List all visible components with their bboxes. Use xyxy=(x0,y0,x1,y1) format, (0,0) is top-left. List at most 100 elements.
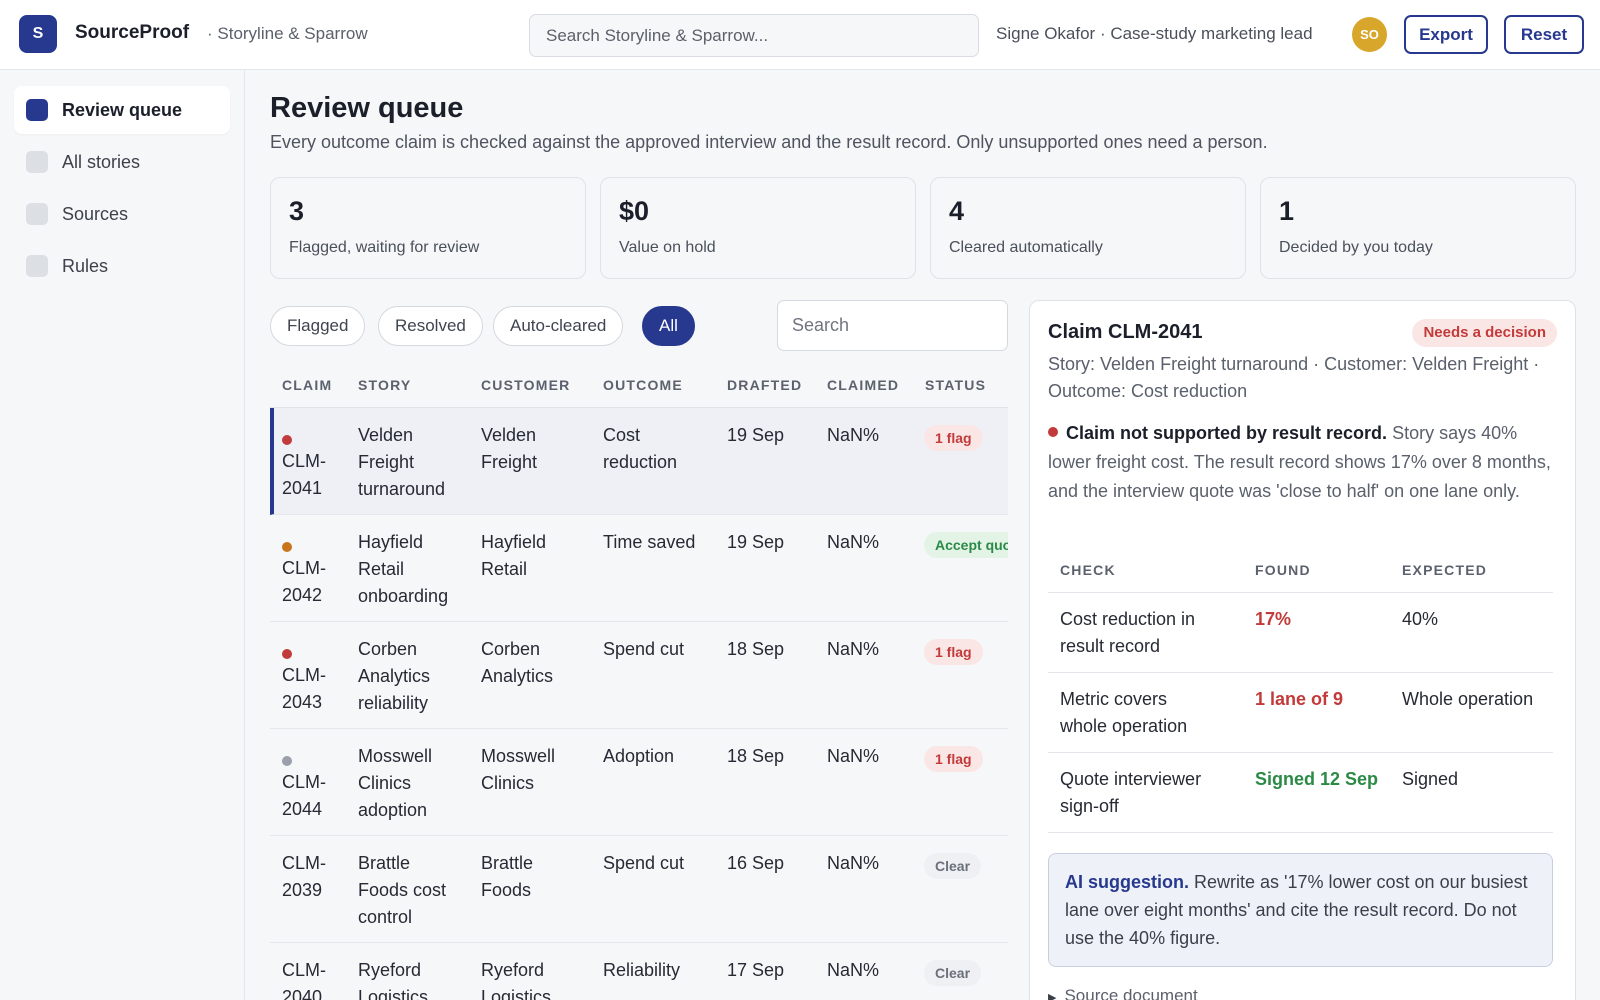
customer-name: Clinics xyxy=(481,773,535,793)
all-stories-icon xyxy=(26,151,48,173)
story-name: Velden xyxy=(358,425,414,445)
customer-name: Freight xyxy=(481,452,538,472)
drafted-date: 19 Sep xyxy=(727,532,785,552)
triangle-right-icon: ▶ xyxy=(1048,992,1057,1000)
column-header-status[interactable]: STATUS xyxy=(925,377,986,393)
alert-dot-icon xyxy=(1048,427,1058,437)
workspace-name: · Storyline & Sparrow xyxy=(207,24,368,43)
customer-name: Corben xyxy=(481,639,541,659)
table-row[interactable]: CLM- 2040 Ryeford Logistics Ryeford Logistics… xyxy=(270,943,1008,1000)
story-name: Analytics xyxy=(358,666,431,686)
story-name: Mosswell xyxy=(358,746,433,766)
sidebar-item-all-stories[interactable]: All stories xyxy=(14,138,230,186)
sidebar-item-label: Sources xyxy=(62,203,129,224)
user-name-role: Signe Okafor · Case-study marketing lead xyxy=(996,24,1313,43)
table-row[interactable]: CLM- 2042 Hayfield Retail onboarding Hayfield… xyxy=(270,515,1008,622)
detail-title: Claim CLM-2041 xyxy=(1048,321,1203,343)
column-header-check: CHECK xyxy=(1060,562,1116,578)
customer-name: Logistics xyxy=(481,987,552,1000)
drafted-date: 18 Sep xyxy=(727,639,785,659)
status-badge: Clear xyxy=(924,853,982,879)
claimed-value: NaN% xyxy=(827,425,880,445)
story-name: Corben xyxy=(358,639,418,659)
check-row: Quote interviewer sign-off Signed 12 Sep Si… xyxy=(1048,753,1553,833)
table-row[interactable]: CLM- 2039 Brattle Foods cost control Brattle F… xyxy=(270,836,1008,943)
stat-value: $0 xyxy=(619,196,650,226)
sidebar-item-review-queue[interactable]: Review queue xyxy=(14,86,230,134)
stat-label: Decided by you today xyxy=(1279,239,1433,256)
status-badge: Clear xyxy=(924,960,982,986)
status-badge: Accept quote xyxy=(924,532,1008,558)
stat-value: 4 xyxy=(949,196,965,226)
sidebar-item-label: Review queue xyxy=(62,99,183,120)
claimed-value: NaN% xyxy=(827,960,880,980)
claim-id: 2044 xyxy=(282,799,323,819)
customer-name: Analytics xyxy=(481,666,554,686)
column-header-customer[interactable]: CUSTOMER xyxy=(481,377,570,393)
app-logo[interactable]: S xyxy=(19,15,57,53)
column-header-outcome[interactable]: OUTCOME xyxy=(603,377,683,393)
review-queue-icon xyxy=(26,99,48,121)
filter-chip-flagged[interactable]: Flagged xyxy=(270,306,366,346)
sidebar-item-rules[interactable]: Rules xyxy=(14,242,230,290)
avatar[interactable]: SO xyxy=(1352,17,1387,52)
outcome: Spend cut xyxy=(603,853,685,873)
global-search-input[interactable] xyxy=(529,14,979,57)
source-document-label: Source document xyxy=(1064,986,1198,1000)
claim-id: CLM- xyxy=(282,451,326,471)
check-row: Metric covers whole operation 1 lane of 9 W… xyxy=(1048,673,1553,753)
table-row[interactable]: CLM- 2041 Velden Freight turnaround Velden Fre… xyxy=(270,408,1008,515)
claim-id: CLM- xyxy=(282,853,326,873)
alert-heading: Claim not supported by result record. xyxy=(1066,423,1388,443)
story-name: Clinics xyxy=(358,773,412,793)
found-value: 1 lane of 9 xyxy=(1255,689,1344,709)
stat-card-decided: 1 Decided by you today xyxy=(1260,177,1576,279)
outcome: Cost xyxy=(603,425,641,445)
page-title: Review queue xyxy=(270,92,464,124)
status-dot-icon xyxy=(282,649,292,659)
claims-table: CLAIM STORY CUSTOMER OUTCOME DRAFTED CLA… xyxy=(270,364,1008,1000)
found-value: 17% xyxy=(1255,609,1292,629)
stat-value: 1 xyxy=(1279,196,1295,226)
claim-detail-panel: Claim CLM-2041 Needs a decision Story: V… xyxy=(1029,300,1576,1000)
expected-value: 40% xyxy=(1402,609,1439,629)
customer-name: Ryeford xyxy=(481,960,545,980)
customer-name: Foods xyxy=(481,880,532,900)
stat-card-cleared: 4 Cleared automatically xyxy=(930,177,1246,279)
export-button[interactable]: Export xyxy=(1404,15,1488,54)
check-name: whole operation xyxy=(1060,716,1188,736)
table-row[interactable]: CLM- 2044 Mosswell Clinics adoption Mosswell C… xyxy=(270,729,1008,836)
claim-id: CLM- xyxy=(282,665,326,685)
table-header: CLAIM STORY CUSTOMER OUTCOME DRAFTED CLA… xyxy=(270,364,1008,408)
column-header-drafted[interactable]: DRAFTED xyxy=(727,377,802,393)
checks-table-header: CHECK FOUND EXPECTED xyxy=(1048,549,1553,593)
reset-button[interactable]: Reset xyxy=(1504,15,1584,54)
sidebar-item-label: Rules xyxy=(62,255,109,276)
status-dot-icon xyxy=(282,756,292,766)
claim-alert: Claim not supported by result record. St… xyxy=(1048,419,1553,506)
column-header-claim[interactable]: CLAIM xyxy=(282,377,332,393)
filter-chip-resolved[interactable]: Resolved xyxy=(378,306,483,346)
outcome: Spend cut xyxy=(603,639,685,659)
story-name: adoption xyxy=(358,800,428,820)
drafted-date: 17 Sep xyxy=(727,960,785,980)
app-name: SourceProof xyxy=(75,22,190,43)
table-row[interactable]: CLM- 2043 Corben Analytics reliability Corben… xyxy=(270,622,1008,729)
table-search-input[interactable] xyxy=(777,300,1008,351)
customer-name: Velden xyxy=(481,425,537,445)
sidebar: Review queue All stories Sources Rules xyxy=(0,70,245,1000)
story-name: onboarding xyxy=(358,586,449,606)
filter-chip-auto-cleared[interactable]: Auto-cleared xyxy=(493,306,624,346)
column-header-claimed[interactable]: CLAIMED xyxy=(827,377,899,393)
story-name: turnaround xyxy=(358,479,446,499)
column-header-story[interactable]: STORY xyxy=(358,377,411,393)
ai-suggestion-heading: AI suggestion. xyxy=(1065,872,1190,892)
filter-chip-all[interactable]: All xyxy=(642,306,695,346)
rules-icon xyxy=(26,255,48,277)
outcome: Reliability xyxy=(603,960,681,980)
status-badge: 1 flag xyxy=(924,639,983,665)
sidebar-item-sources[interactable]: Sources xyxy=(14,190,230,238)
source-document-toggle[interactable]: ▶ Source document xyxy=(1048,986,1198,1000)
top-bar: S SourceProof · Storyline & Sparrow Sign… xyxy=(0,0,1600,70)
stat-card-flagged: 3 Flagged, waiting for review xyxy=(270,177,586,279)
